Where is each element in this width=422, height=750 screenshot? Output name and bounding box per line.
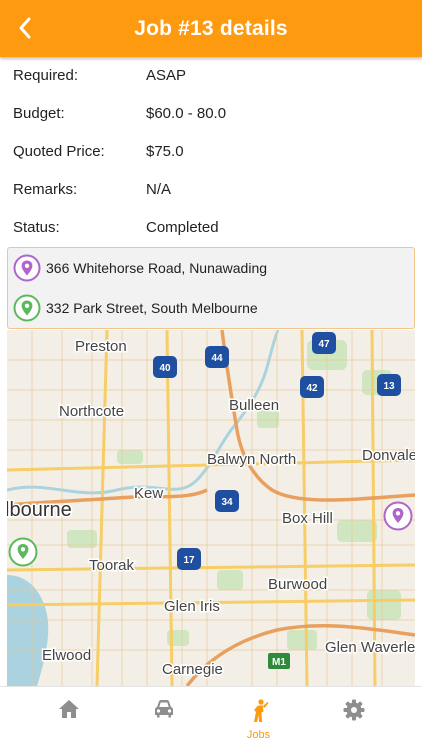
svg-text:44: 44	[211, 353, 223, 364]
label-donvale: Donvale	[362, 447, 415, 464]
label-box-hill: Box Hill	[282, 510, 333, 527]
label-burwood: Burwood	[268, 576, 327, 593]
road-shield-42: 42	[300, 376, 324, 398]
label-bulleen: Bulleen	[229, 397, 279, 414]
tab-jobs[interactable]: Jobs	[211, 687, 306, 750]
detail-row-required: Required: ASAP	[0, 57, 422, 95]
dropoff-marker-icon[interactable]	[8, 537, 38, 567]
detail-label: Remarks:	[13, 181, 78, 198]
car-icon	[154, 700, 173, 718]
pickup-address-text: 366 Whitehorse Road, Nunawading	[46, 260, 268, 276]
label-northcote: Northcote	[59, 403, 124, 420]
page-title: Job #13 details	[134, 16, 288, 40]
svg-text:M1: M1	[272, 657, 286, 668]
detail-value: N/A	[146, 181, 172, 198]
detail-label: Status:	[13, 219, 60, 236]
svg-text:42: 42	[306, 383, 318, 394]
svg-text:40: 40	[159, 363, 171, 374]
detail-value: ASAP	[146, 67, 187, 84]
label-carnegie: Carnegie	[162, 661, 223, 678]
detail-value: $75.0	[146, 143, 184, 160]
address-box: 366 Whitehorse Road, Nunawading 332 Park…	[7, 247, 415, 329]
road-shield-40: 40	[153, 356, 177, 378]
label-toorak: Toorak	[89, 557, 135, 574]
detail-value: Completed	[146, 219, 219, 236]
jobs-icon	[253, 699, 268, 722]
detail-label: Quoted Price:	[13, 143, 105, 160]
pickup-marker-icon[interactable]	[383, 501, 413, 531]
home-icon	[58, 700, 79, 718]
road-shield-34: 34	[215, 490, 239, 512]
road-shield-17: 17	[177, 548, 201, 570]
back-button[interactable]	[8, 10, 42, 46]
label-glen-waverley: Glen Waverle	[325, 639, 415, 656]
pin-icon	[13, 254, 41, 282]
dropoff-address[interactable]: 332 Park Street, South Melbourne	[8, 288, 414, 328]
app-header: Job #13 details	[0, 0, 422, 57]
label-melbourne: lbourne	[7, 499, 72, 521]
detail-label: Required:	[13, 67, 79, 84]
chevron-left-icon	[19, 17, 31, 39]
map-canvas: 40 44 47 42 13 34 17 M1 Preston Northcot…	[7, 330, 415, 686]
tab-settings[interactable]	[306, 687, 401, 750]
pickup-address[interactable]: 366 Whitehorse Road, Nunawading	[8, 248, 414, 288]
gear-icon	[343, 699, 364, 721]
svg-text:34: 34	[221, 497, 233, 508]
road-shield-47: 47	[312, 332, 336, 354]
detail-row-status: Status: Completed	[0, 209, 422, 247]
pin-icon	[13, 294, 41, 322]
tab-car[interactable]	[116, 687, 211, 750]
tab-jobs-label: Jobs	[246, 729, 271, 741]
road-shield-13: 13	[377, 374, 401, 396]
svg-text:47: 47	[318, 339, 330, 350]
detail-row-quoted-price: Quoted Price: $75.0	[0, 133, 422, 171]
bottom-tab-bar: Jobs	[0, 686, 422, 750]
tab-home[interactable]	[21, 687, 116, 750]
label-elwood: Elwood	[42, 647, 91, 664]
road-shield-m1: M1	[268, 653, 290, 669]
label-balwyn-north: Balwyn North	[207, 451, 296, 468]
detail-row-budget: Budget: $60.0 - 80.0	[0, 95, 422, 133]
label-kew: Kew	[134, 485, 163, 502]
detail-row-remarks: Remarks: N/A	[0, 171, 422, 209]
route-map[interactable]: 40 44 47 42 13 34 17 M1 Preston Northcot…	[7, 330, 415, 686]
svg-text:13: 13	[383, 381, 395, 392]
detail-value: $60.0 - 80.0	[146, 105, 227, 122]
road-shield-44: 44	[205, 346, 229, 368]
detail-label: Budget:	[13, 105, 65, 122]
dropoff-address-text: 332 Park Street, South Melbourne	[46, 300, 258, 316]
label-preston: Preston	[75, 338, 127, 355]
label-glen-iris: Glen Iris	[164, 598, 220, 615]
svg-text:17: 17	[183, 555, 195, 566]
